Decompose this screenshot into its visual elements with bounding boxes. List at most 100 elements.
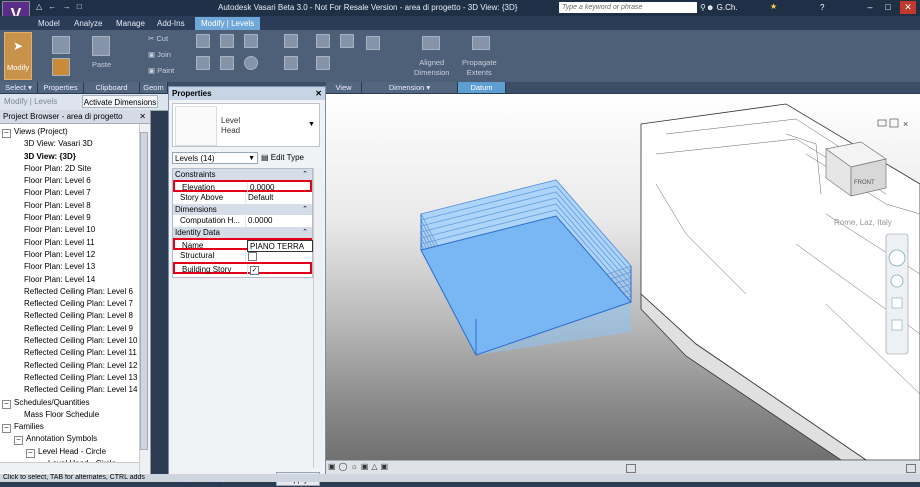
panel-select[interactable]: Select ▾ [0,82,38,93]
delete-icon[interactable] [316,56,330,70]
properties-icon[interactable] [52,58,70,76]
panel-datum[interactable]: Datum [458,82,506,93]
tree-item[interactable]: Floor Plan: Level 8 [2,200,138,212]
tree-item[interactable]: Mass Floor Schedule [2,409,138,421]
minimize-button[interactable]: – [862,1,878,14]
tree-item[interactable]: – Schedules/Quantities [2,397,138,409]
aligned-dimension-icon[interactable] [422,36,440,50]
tree-item[interactable]: Reflected Ceiling Plan: Level 9 [2,323,138,335]
tree-item[interactable]: – Views (Project) [2,126,138,138]
scrollbar-thumb[interactable] [140,132,148,450]
tree-item[interactable]: Floor Plan: Level 14 [2,274,138,286]
close-button[interactable]: ✕ [900,1,916,14]
collapse-icon[interactable]: – [14,436,23,446]
tree-item[interactable]: Floor Plan: Level 6 [2,175,138,187]
property-row[interactable]: Name PIANO TERRA [173,238,313,252]
tree-item[interactable]: – Annotation Symbols [2,433,138,446]
checkbox[interactable] [248,252,257,261]
tree-item[interactable]: Floor Plan: 2D Site [2,163,138,175]
cut-button[interactable]: ✂ Cut [148,34,168,43]
scroll-right-icon[interactable] [906,464,916,473]
tree-item[interactable]: Reflected Ceiling Plan: Level 11 [2,347,138,359]
property-row[interactable]: Building Story ✓ [173,262,313,276]
tab-add-ins[interactable]: Add-Ins [151,17,191,30]
tree-item[interactable]: – Families [2,421,138,434]
binoculars-icon[interactable]: ⚲ [700,3,706,12]
tree-item[interactable]: Floor Plan: Level 9 [2,212,138,224]
tree-item[interactable]: Floor Plan: Level 11 [2,237,138,249]
user-account[interactable]: ☻ G.Ch. [706,3,738,12]
panel-clipboard[interactable]: Clipboard [84,82,140,93]
tree-item[interactable]: Reflected Ceiling Plan: Level 10 [2,335,138,347]
viewport-window-controls[interactable]: × [877,118,908,129]
property-value[interactable] [245,250,311,262]
paint-button[interactable]: ▣ Paint [148,66,174,75]
collapse-icon[interactable]: – [2,129,11,138]
move-icon[interactable] [196,56,210,70]
propagate-extents-icon[interactable] [472,36,490,50]
scroll-left-icon[interactable] [626,464,636,473]
paste-icon[interactable] [92,36,110,56]
scale-icon[interactable] [284,56,298,70]
chevron-down-icon[interactable]: ▼ [308,121,315,128]
activate-dimensions-button[interactable]: Activate Dimensions [82,95,158,108]
tab-analyze[interactable]: Analyze [68,17,108,30]
collapse-icon[interactable]: – [26,448,35,458]
pin-icon[interactable] [316,34,330,48]
search-input[interactable]: Type a keyword or phrase [559,2,697,13]
navigation-bar[interactable] [885,233,909,355]
property-group-header[interactable]: Constraints ⌃ [173,169,312,180]
view-tool-icon[interactable] [366,36,380,50]
collapse-icon[interactable]: – [2,424,11,434]
close-icon[interactable]: ✕ [139,110,146,124]
tree-item[interactable]: 3D View: Vasari 3D [2,138,138,150]
panel-geometry[interactable]: Geom [140,82,168,93]
tree-item[interactable]: Floor Plan: Level 12 [2,249,138,261]
collapse-icon[interactable]: – [2,399,11,409]
unpin-icon[interactable] [340,34,354,48]
copy-icon[interactable] [220,56,234,70]
panel-dimension[interactable]: Dimension ▾ [362,82,458,93]
tree-item[interactable]: 3D View: {3D} [2,151,138,163]
tree-item[interactable]: Floor Plan: Level 7 [2,187,138,199]
property-value[interactable]: Default [245,192,311,204]
tab-modify-levels[interactable]: Modify | Levels [195,17,261,30]
mirror-icon[interactable] [244,34,258,48]
view-control-icons[interactable]: ▣◯☼▣△▣ [328,462,391,471]
star-icon[interactable]: ★ [770,2,777,11]
quick-access-toolbar[interactable]: △ ← → □ [36,2,84,11]
tree-item[interactable]: – Level Head - Circle [2,446,138,458]
maximize-button[interactable]: □ [880,1,896,14]
edit-type-button[interactable]: ▤ Edit Type [261,151,321,165]
tree-item[interactable]: Reflected Ceiling Plan: Level 8 [2,310,138,322]
tab-manage[interactable]: Manage [110,17,151,30]
modify-button[interactable]: ➤ Modify [4,32,32,80]
align-icon[interactable] [196,34,210,48]
tree-item[interactable]: Reflected Ceiling Plan: Level 13 [2,372,138,384]
rotate-icon[interactable] [244,56,258,70]
array-icon[interactable] [284,34,298,48]
tab-model[interactable]: Model [32,17,66,30]
tree-item[interactable]: Floor Plan: Level 13 [2,261,138,273]
propagate-extents-button[interactable]: Propagate Extents [462,58,497,78]
property-group-header[interactable]: Identity Data ⌃ [173,227,312,238]
panel-view[interactable]: View [326,82,362,93]
property-value[interactable]: ✓ [247,264,313,276]
tree-item[interactable]: Reflected Ceiling Plan: Level 6 [2,286,138,298]
close-icon[interactable]: ✕ [315,87,322,100]
property-group-header[interactable]: Dimensions ⌃ [173,204,312,215]
tree-item[interactable]: Reflected Ceiling Plan: Level 7 [2,298,138,310]
tree-item[interactable]: Floor Plan: Level 10 [2,224,138,236]
tree-item[interactable]: Reflected Ceiling Plan: Level 12 [2,360,138,372]
property-row[interactable]: Elevation 0.0000 [173,180,312,194]
properties-scrollbar[interactable] [313,168,323,468]
horizontal-scrollbar[interactable] [0,462,139,473]
property-value[interactable]: 0.0000 [245,215,311,227]
tree-item[interactable]: Reflected Ceiling Plan: Level 14 [2,384,138,396]
join-button[interactable]: ▣ Join [148,50,171,59]
help-button[interactable]: ? [820,3,824,12]
offset-icon[interactable] [220,34,234,48]
checkbox[interactable]: ✓ [250,266,259,275]
instance-filter-dropdown[interactable]: Levels (14) ▼ [172,152,258,164]
type-selector[interactable]: Level Head ▼ [172,103,320,147]
